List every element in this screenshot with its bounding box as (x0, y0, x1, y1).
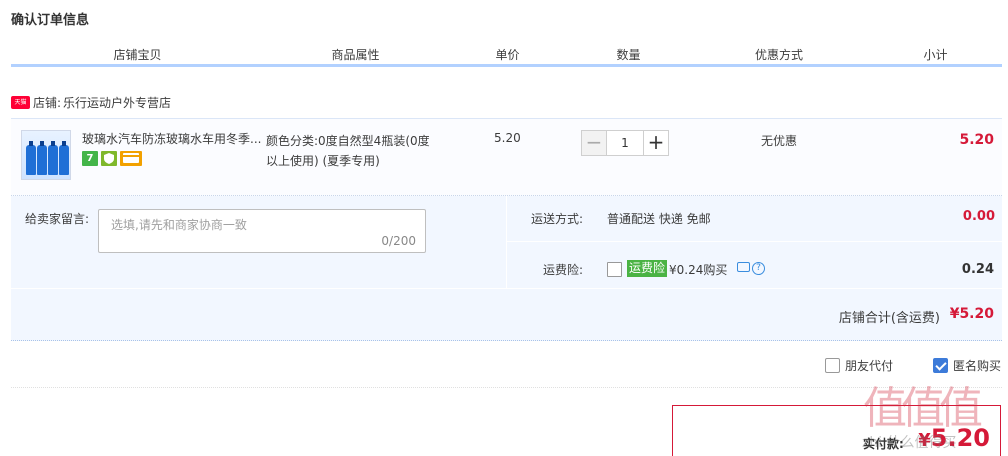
memo-placeholder: 选填,请先和商家协商一致 (111, 218, 247, 232)
memo-textarea[interactable]: 选填,请先和商家协商一致 0/200 (98, 209, 426, 253)
col-divider (447, 61, 449, 64)
memo-char-count: 0/200 (381, 234, 416, 248)
shop-name-link[interactable]: 乐行运动户外专营店 (63, 94, 171, 111)
col-header-attr: 商品属性 (331, 48, 380, 62)
shop-total-row: 店铺合计(含运费) ¥5.20 (11, 288, 1002, 341)
memo-label: 给卖家留言: (25, 212, 90, 226)
payment-value: 5.20 (930, 424, 990, 452)
col-divider (869, 61, 871, 64)
shop-label: 店铺: (33, 95, 62, 110)
col-divider (689, 61, 691, 64)
col-header-item: 店铺宝贝 (113, 48, 162, 62)
attr-line: 以上使用) (夏季专用) (266, 154, 380, 168)
shop-total-label: 店铺合计(含运费) (838, 311, 940, 326)
page-title: 确认订单信息 (11, 13, 90, 28)
chat-icon[interactable] (737, 262, 750, 272)
payment-amount: ¥5.20 (918, 424, 990, 452)
friend-pay-checkbox[interactable] (825, 358, 840, 373)
col-divider (264, 61, 266, 64)
service-icons: 7 (82, 151, 142, 166)
shipping-label: 运送方式: (531, 212, 584, 226)
col-header-qty: 数量 (616, 48, 641, 62)
quantity-minus-button[interactable]: − (581, 130, 607, 156)
anonymous-checkbox[interactable] (933, 358, 948, 373)
shipping-panel: 运送方式: 普通配送 快递 免邮 0.00 运费险: 运费险 ¥0.24购买 ?… (506, 196, 1003, 288)
shipping-method: 普通配送 快递 免邮 (607, 212, 711, 226)
product-attributes: 颜色分类:0度自然型4瓶装(0度 以上使用) (夏季专用) (266, 131, 466, 171)
discount-method: 无优惠 (761, 134, 798, 148)
col-header-discount: 优惠方式 (754, 48, 803, 62)
currency-symbol: ¥ (918, 430, 931, 451)
tmall-icon: 天猫 (11, 95, 30, 109)
item-subtotal: 5.20 (959, 132, 994, 148)
unit-price: 5.20 (494, 131, 521, 145)
insurance-cost: 0.24 (961, 262, 994, 277)
quantity-input[interactable] (607, 130, 643, 156)
shipping-cost: 0.00 (962, 209, 995, 224)
insurance-checkbox[interactable] (607, 262, 622, 277)
quantity-stepper: − + (581, 130, 669, 156)
insurance-tag: 运费险 (627, 260, 668, 277)
friend-pay-label: 朋友代付 (845, 359, 894, 373)
anonymous-option[interactable]: 匿名购买 (933, 357, 1001, 374)
purchase-options: 朋友代付 匿名购买 (11, 350, 1002, 388)
card-icon[interactable] (120, 151, 142, 166)
attr-line: 颜色分类:0度自然型4瓶装(0度 (266, 134, 430, 148)
col-header-subtotal: 小计 (923, 48, 948, 62)
shield-icon[interactable] (101, 151, 117, 166)
product-title-link[interactable]: 玻璃水汽车防冻玻璃水车用冬季... (82, 131, 263, 148)
payment-label: 实付款: (863, 437, 904, 451)
payment-summary: 实付款: ¥5.20 (672, 405, 1001, 456)
seven-day-return-icon[interactable]: 7 (82, 151, 98, 166)
product-thumbnail[interactable] (21, 130, 71, 180)
friend-pay-option[interactable]: 朋友代付 (825, 357, 893, 374)
shop-info: 天猫 店铺: 乐行运动户外专营店 (11, 94, 171, 110)
quantity-plus-button[interactable]: + (643, 130, 669, 156)
col-divider (568, 61, 570, 64)
shipping-row: 运送方式: 普通配送 快递 免邮 0.00 (507, 196, 1003, 242)
shop-total-value: ¥5.20 (949, 306, 994, 322)
col-header-price: 单价 (495, 48, 520, 62)
column-headers: 店铺宝贝 商品属性 单价 数量 优惠方式 小计 (11, 47, 1002, 67)
order-item-row: 玻璃水汽车防冻玻璃水车用冬季... 7 颜色分类:0度自然型4瓶装(0度 以上使… (11, 118, 1002, 196)
help-icon[interactable]: ? (752, 262, 765, 275)
anonymous-label: 匿名购买 (953, 359, 1002, 373)
insurance-label: 运费险: (543, 263, 584, 277)
order-extras: 给卖家留言: 选填,请先和商家协商一致 0/200 运送方式: 普通配送 快递 … (11, 196, 1003, 341)
insurance-price: ¥0.24购买 (669, 263, 728, 277)
